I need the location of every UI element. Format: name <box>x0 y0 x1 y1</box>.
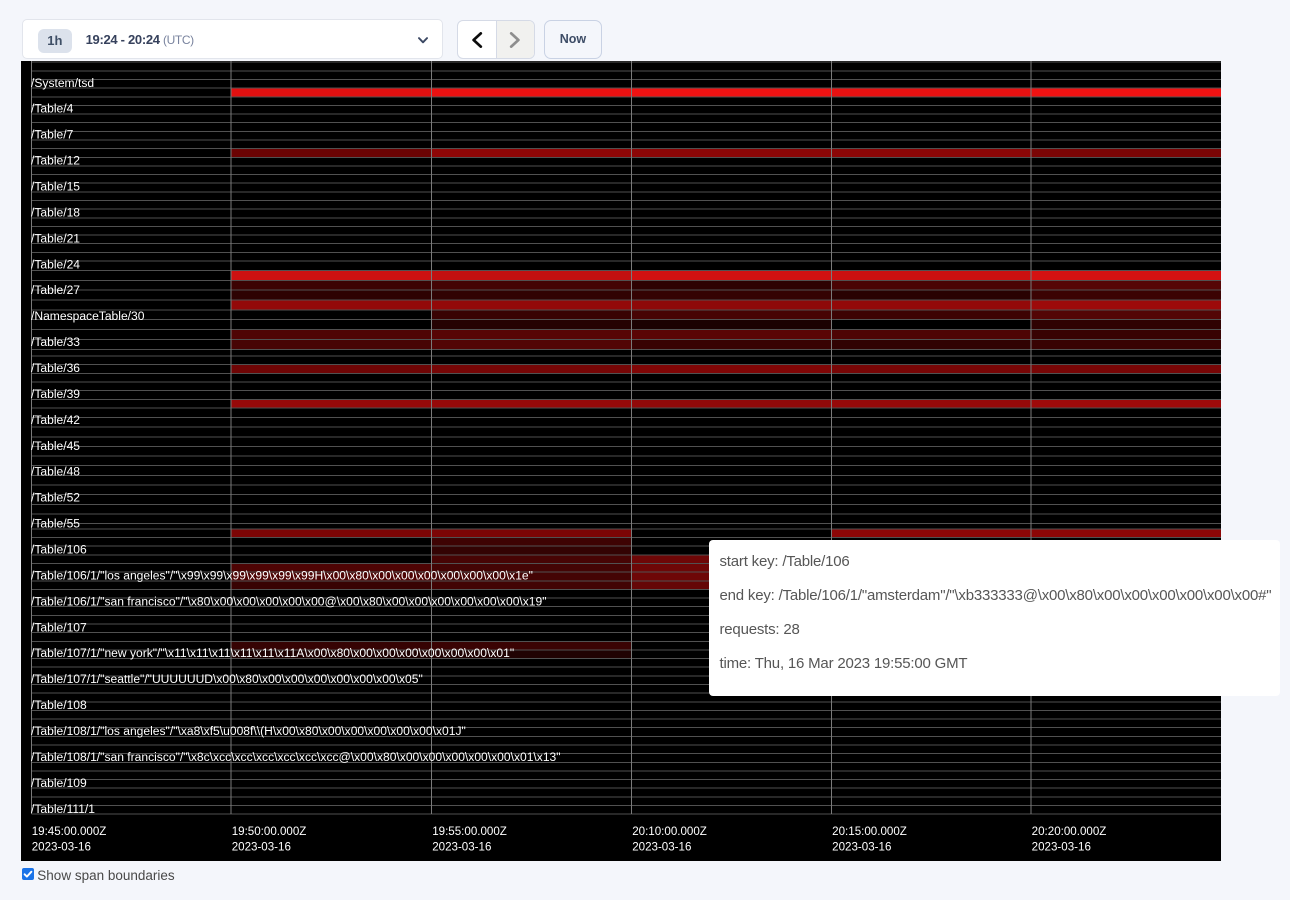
svg-text:20:20:00.000Z: 20:20:00.000Z <box>1031 826 1106 838</box>
svg-text:/Table/107: /Table/107 <box>31 620 87 634</box>
svg-text:2023-03-16: 2023-03-16 <box>1031 841 1090 853</box>
svg-text:/NamespaceTable/30: /NamespaceTable/30 <box>31 309 145 323</box>
svg-text:19:55:00.000Z: 19:55:00.000Z <box>432 826 507 838</box>
svg-text:2023-03-16: 2023-03-16 <box>832 841 891 853</box>
svg-text:/Table/45: /Table/45 <box>31 439 80 453</box>
svg-text:2023-03-16: 2023-03-16 <box>432 841 491 853</box>
svg-text:/Table/108/1/"los angeles"/"\x: /Table/108/1/"los angeles"/"\xa8\xf5\u00… <box>31 724 466 738</box>
svg-text:19:45:00.000Z: 19:45:00.000Z <box>31 826 106 838</box>
svg-text:/Table/107/1/"seattle"/"UUUUUU: /Table/107/1/"seattle"/"UUUUUUD\x00\x80\… <box>31 672 423 686</box>
svg-text:/Table/107/1/"new york"/"\x11\: /Table/107/1/"new york"/"\x11\x11\x11\x1… <box>31 646 514 660</box>
svg-text:/Table/106/1/"san francisco"/": /Table/106/1/"san francisco"/"\x80\x00\x… <box>31 594 547 608</box>
svg-text:/Table/33: /Table/33 <box>31 335 80 349</box>
svg-text:/Table/111/1: /Table/111/1 <box>31 802 95 816</box>
svg-text:/Table/108/1/"san francisco"/": /Table/108/1/"san francisco"/"\x8c\xcc\x… <box>31 750 561 764</box>
svg-text:/Table/55: /Table/55 <box>31 516 80 530</box>
svg-text:2023-03-16: 2023-03-16 <box>231 841 290 853</box>
svg-text:2023-03-16: 2023-03-16 <box>632 841 691 853</box>
svg-text:/Table/36: /Table/36 <box>31 361 80 375</box>
svg-text:/Table/21: /Table/21 <box>31 231 80 245</box>
svg-text:20:15:00.000Z: 20:15:00.000Z <box>832 826 907 838</box>
svg-text:/Table/12: /Table/12 <box>31 153 80 167</box>
svg-text:/Table/106/1/"los angeles"/"\x: /Table/106/1/"los angeles"/"\x99\x99\x99… <box>31 568 533 582</box>
svg-text:2023-03-16: 2023-03-16 <box>31 841 90 853</box>
svg-text:/Table/106: /Table/106 <box>31 542 87 556</box>
svg-text:/Table/18: /Table/18 <box>31 205 80 219</box>
svg-text:/Table/39: /Table/39 <box>31 387 80 401</box>
svg-text:/Table/4: /Table/4 <box>31 102 74 116</box>
svg-text:/System/tsd: /System/tsd <box>31 76 94 90</box>
svg-text:20:10:00.000Z: 20:10:00.000Z <box>632 826 707 838</box>
svg-text:/Table/7: /Table/7 <box>31 127 74 141</box>
svg-text:/Table/52: /Table/52 <box>31 490 80 504</box>
svg-text:/Table/27: /Table/27 <box>31 283 80 297</box>
svg-text:/Table/48: /Table/48 <box>31 465 80 479</box>
svg-text:/Table/108: /Table/108 <box>31 698 87 712</box>
svg-text:/Table/109: /Table/109 <box>31 776 87 790</box>
svg-text:/Table/24: /Table/24 <box>31 257 80 271</box>
svg-text:/Table/15: /Table/15 <box>31 179 80 193</box>
svg-text:19:50:00.000Z: 19:50:00.000Z <box>231 826 306 838</box>
svg-text:/Table/42: /Table/42 <box>31 413 80 427</box>
